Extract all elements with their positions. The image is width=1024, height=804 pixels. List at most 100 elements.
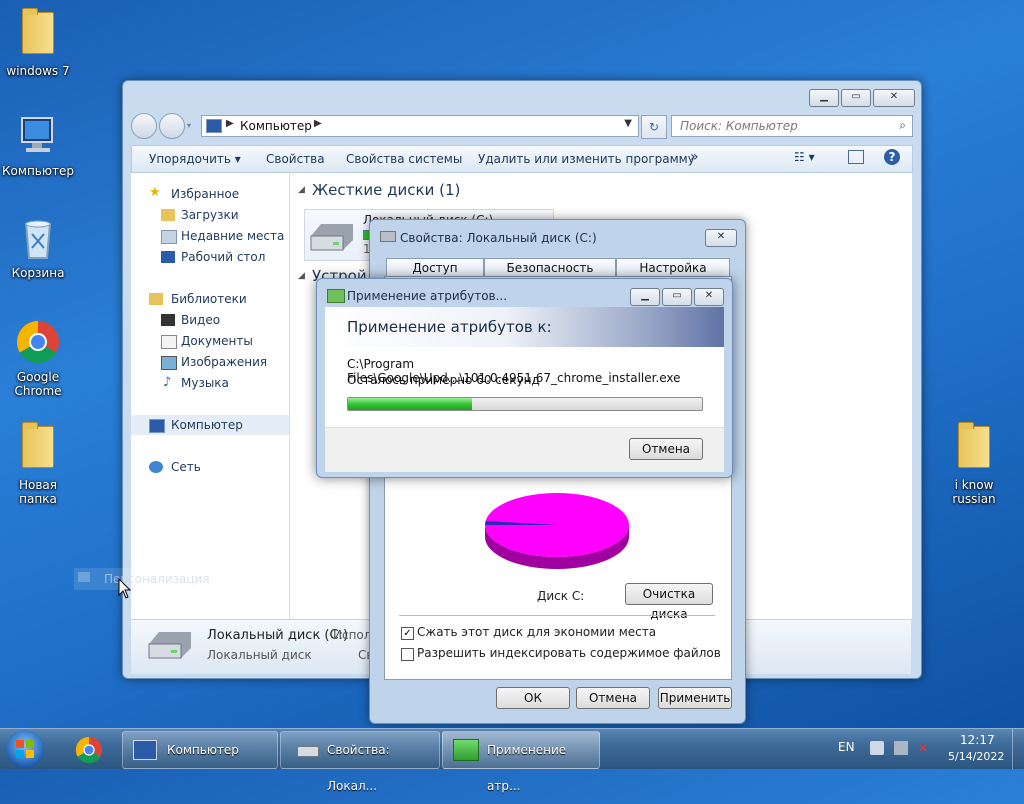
computer-icon bbox=[133, 740, 157, 760]
desktop-icon-label: i know russian bbox=[952, 478, 996, 506]
system-properties-button[interactable]: Свойства системы bbox=[346, 152, 462, 166]
chrome-taskbar-button[interactable] bbox=[62, 731, 116, 767]
search-input[interactable]: Поиск: Компьютер ⌕ bbox=[671, 115, 913, 137]
time-remaining: Осталось примерно 60 секунд bbox=[347, 373, 540, 387]
breadcrumb-separator-icon: ▶ bbox=[226, 118, 234, 129]
windows-logo-icon bbox=[16, 740, 34, 758]
taskbar: Компьютер Свойства: Локал... Применение … bbox=[0, 728, 1024, 793]
star-icon: ★ bbox=[149, 185, 161, 200]
taskbar-item-apply-attributes[interactable]: Применение атр... bbox=[442, 731, 600, 793]
dialog-title: Свойства: Локальный диск (C:) bbox=[400, 231, 597, 245]
language-indicator[interactable]: EN bbox=[838, 740, 855, 754]
collapse-group-icon[interactable]: ◢ bbox=[298, 185, 305, 195]
cancel-button[interactable]: Отмена bbox=[576, 687, 650, 709]
apply-button[interactable]: Применить bbox=[658, 687, 732, 709]
taskbar-item-disk-properties[interactable]: Свойства: Локал... bbox=[280, 731, 440, 793]
desktop-icon-recycle-bin[interactable]: Корзина bbox=[0, 214, 76, 280]
tab-security[interactable]: Безопасность bbox=[484, 258, 616, 277]
help-icon[interactable]: ? bbox=[884, 149, 900, 165]
refresh-icon[interactable]: ↻ bbox=[641, 115, 667, 139]
minimize-button[interactable]: ▁ bbox=[809, 89, 839, 107]
volume-muted-icon[interactable]: ✕ bbox=[918, 741, 932, 755]
nav-images[interactable]: Изображения bbox=[181, 355, 267, 369]
breadcrumb-chevron-icon[interactable]: ▶ bbox=[314, 118, 322, 129]
index-checkbox[interactable] bbox=[401, 648, 414, 661]
minimize-button[interactable]: ▁ bbox=[630, 288, 660, 306]
desktop-icon-windows7[interactable]: windows 7 bbox=[0, 8, 76, 78]
progress-bar bbox=[347, 397, 703, 411]
collapse-group-icon[interactable]: ◢ bbox=[298, 271, 305, 281]
hard-drive-icon bbox=[310, 224, 353, 251]
uninstall-program-button[interactable]: Удалить или изменить программу bbox=[478, 152, 695, 166]
nav-desktop[interactable]: Рабочий стол bbox=[181, 250, 265, 264]
chrome-icon bbox=[14, 318, 62, 366]
nav-favorites[interactable]: Избранное bbox=[171, 187, 239, 201]
dialog-footer: Отмена bbox=[325, 427, 724, 472]
nav-recent-places[interactable]: Недавние места bbox=[181, 229, 284, 243]
breadcrumb-computer[interactable]: Компьютер bbox=[240, 119, 312, 133]
address-bar[interactable]: ▶ Компьютер ▶ ▼ bbox=[201, 115, 639, 137]
desktop-icon-i-know-russian[interactable]: i know russian bbox=[936, 422, 1012, 506]
computer-icon bbox=[206, 119, 222, 133]
dialog-banner: Применение атрибутов к: bbox=[325, 307, 724, 347]
clock-time[interactable]: 12:17 bbox=[960, 733, 995, 747]
desktop-icon bbox=[161, 251, 175, 263]
nav-music[interactable]: Музыка bbox=[181, 376, 229, 390]
nav-downloads[interactable]: Загрузки bbox=[181, 208, 239, 222]
taskbar-item-computer[interactable]: Компьютер bbox=[122, 731, 278, 769]
preview-pane-icon[interactable] bbox=[848, 150, 864, 164]
back-button[interactable] bbox=[131, 113, 157, 139]
nav-video[interactable]: Видео bbox=[181, 313, 220, 327]
maximize-button[interactable]: ▭ bbox=[662, 288, 692, 306]
details-name: Локальный диск (C:) bbox=[207, 628, 349, 643]
video-icon bbox=[161, 314, 175, 326]
progress-fill bbox=[348, 398, 472, 410]
nav-libraries[interactable]: Библиотеки bbox=[171, 292, 247, 306]
user-folder-icon bbox=[14, 8, 62, 60]
history-dropdown-icon[interactable]: ▾ bbox=[187, 121, 191, 130]
properties-button[interactable]: Свойства bbox=[266, 152, 325, 166]
action-center-icon[interactable] bbox=[870, 741, 884, 755]
documents-icon bbox=[161, 335, 177, 349]
close-button[interactable]: ✕ bbox=[873, 89, 915, 107]
nav-computer[interactable]: Компьютер bbox=[171, 418, 243, 432]
hard-drives-group-header[interactable]: Жесткие диски (1) bbox=[312, 181, 460, 199]
tab-customize[interactable]: Настройка bbox=[616, 258, 730, 277]
desktop-icon-new-folder[interactable]: Новая папка bbox=[0, 422, 76, 506]
address-dropdown-icon[interactable]: ▼ bbox=[624, 118, 632, 129]
close-button[interactable]: ✕ bbox=[694, 288, 724, 306]
drag-ghost: Персонализация bbox=[74, 568, 254, 590]
show-desktop-button[interactable] bbox=[1012, 729, 1024, 769]
close-button[interactable]: ✕ bbox=[705, 229, 737, 247]
tab-sharing[interactable]: Доступ bbox=[386, 258, 484, 277]
recent-places-icon bbox=[161, 230, 177, 244]
folder-icon bbox=[950, 422, 998, 474]
disk-label: Диск C: bbox=[537, 589, 585, 603]
clock-date[interactable]: 5/14/2022 bbox=[948, 750, 1004, 763]
desktop-icon-computer[interactable]: Компьютер bbox=[0, 112, 76, 178]
search-icon[interactable]: ⌕ bbox=[899, 118, 906, 133]
network-tray-icon[interactable] bbox=[894, 741, 908, 755]
nav-documents[interactable]: Документы bbox=[181, 334, 253, 348]
organize-button[interactable]: Упорядочить ▾ bbox=[149, 152, 241, 166]
maximize-button[interactable]: ▭ bbox=[841, 89, 871, 107]
desktop-icon-label: Новая папка bbox=[18, 478, 57, 506]
taskbar-item-label: Компьютер bbox=[167, 743, 239, 757]
forward-button[interactable] bbox=[159, 113, 185, 139]
mouse-cursor-icon bbox=[118, 578, 132, 599]
libraries-icon bbox=[149, 293, 163, 305]
cancel-button[interactable]: Отмена bbox=[629, 438, 703, 460]
desktop-icon-chrome[interactable]: Google Chrome bbox=[0, 318, 76, 398]
disk-usage-pie-chart bbox=[485, 493, 629, 569]
desktop-icon-label: windows 7 bbox=[6, 64, 70, 78]
compress-checkbox[interactable]: ✓ bbox=[401, 627, 414, 640]
nav-network[interactable]: Сеть bbox=[171, 460, 201, 474]
more-commands-button[interactable]: » bbox=[690, 149, 699, 165]
view-options-icon[interactable]: ☷ ▾ bbox=[794, 150, 815, 164]
command-bar: Упорядочить ▾ Свойства Свойства системы … bbox=[131, 145, 913, 173]
start-button[interactable] bbox=[6, 730, 44, 768]
disk-cleanup-button[interactable]: Очистка диска bbox=[625, 583, 713, 621]
search-placeholder: Поиск: Компьютер bbox=[680, 119, 798, 133]
ok-button[interactable]: ОК bbox=[496, 687, 570, 709]
computer-icon bbox=[14, 112, 62, 160]
